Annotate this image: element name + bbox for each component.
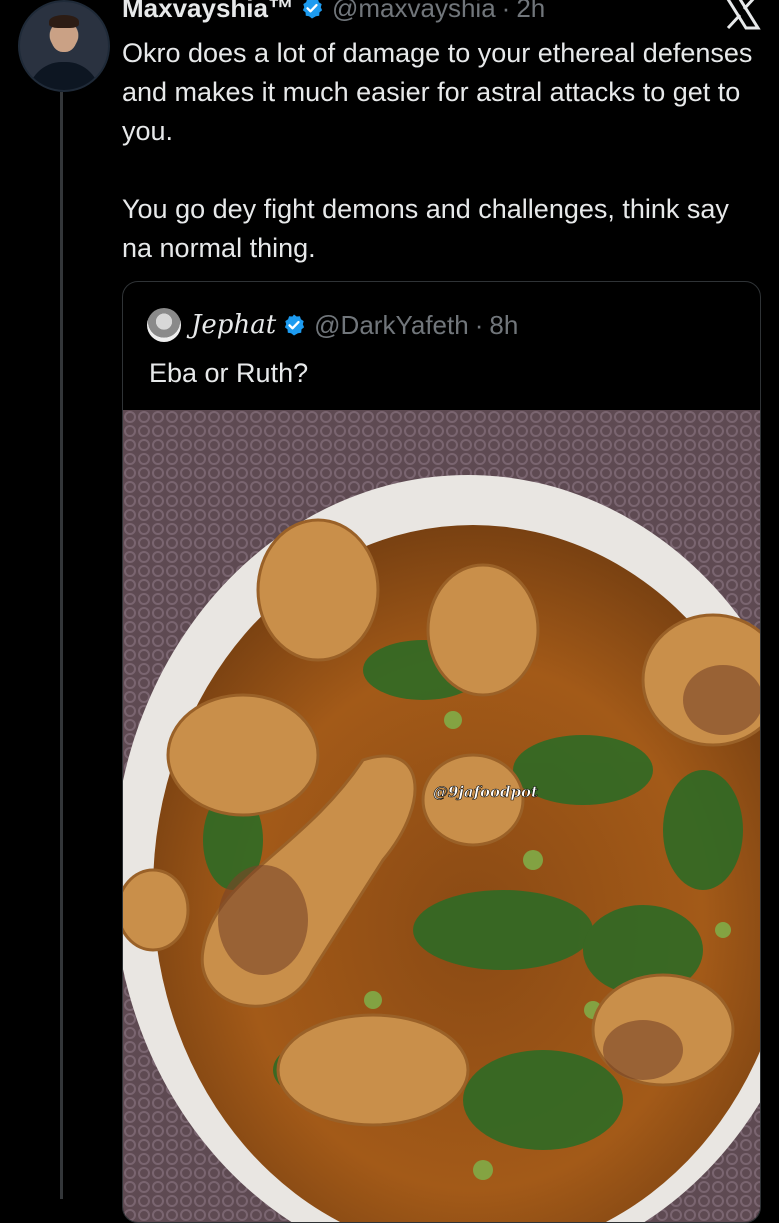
tweet-time[interactable]: 2h: [516, 0, 545, 24]
separator-dot: ·: [474, 309, 484, 340]
okro-soup-photo[interactable]: @9jafoodpot: [123, 410, 760, 1222]
tweet-paragraph-2: You go dey fight demons and challenges, …: [122, 194, 729, 263]
quoted-author-handle[interactable]: @DarkYafeth: [314, 310, 469, 341]
author-handle[interactable]: @maxvayshia: [332, 0, 496, 24]
tweet-body: Okro does a lot of damage to your ethere…: [122, 34, 762, 268]
author-avatar[interactable]: [18, 0, 110, 92]
x-logo-icon[interactable]: [722, 0, 762, 30]
author-name[interactable]: Maxvayshia™: [122, 0, 294, 24]
verified-badge-icon: [285, 314, 305, 336]
quoted-tweet-header: Jephat @DarkYafeth · 8h: [147, 306, 518, 344]
quoted-author-avatar[interactable]: [147, 308, 181, 342]
tweet-paragraph-1: Okro does a lot of damage to your ethere…: [122, 38, 753, 146]
image-watermark: @9jafoodpot: [433, 783, 538, 801]
verified-badge-icon: [302, 0, 323, 19]
thread-line: [60, 92, 63, 1199]
quoted-tweet-text: Eba or Ruth?: [149, 358, 309, 388]
tweet-header: Maxvayshia™ @maxvayshia · 2h: [122, 0, 545, 25]
quoted-tweet-card[interactable]: Jephat @DarkYafeth · 8h Eba or Ruth? @9j…: [122, 281, 761, 1223]
quoted-tweet-time[interactable]: 8h: [489, 310, 518, 341]
quoted-author-name[interactable]: Jephat: [191, 310, 276, 340]
separator-dot: ·: [501, 0, 511, 23]
